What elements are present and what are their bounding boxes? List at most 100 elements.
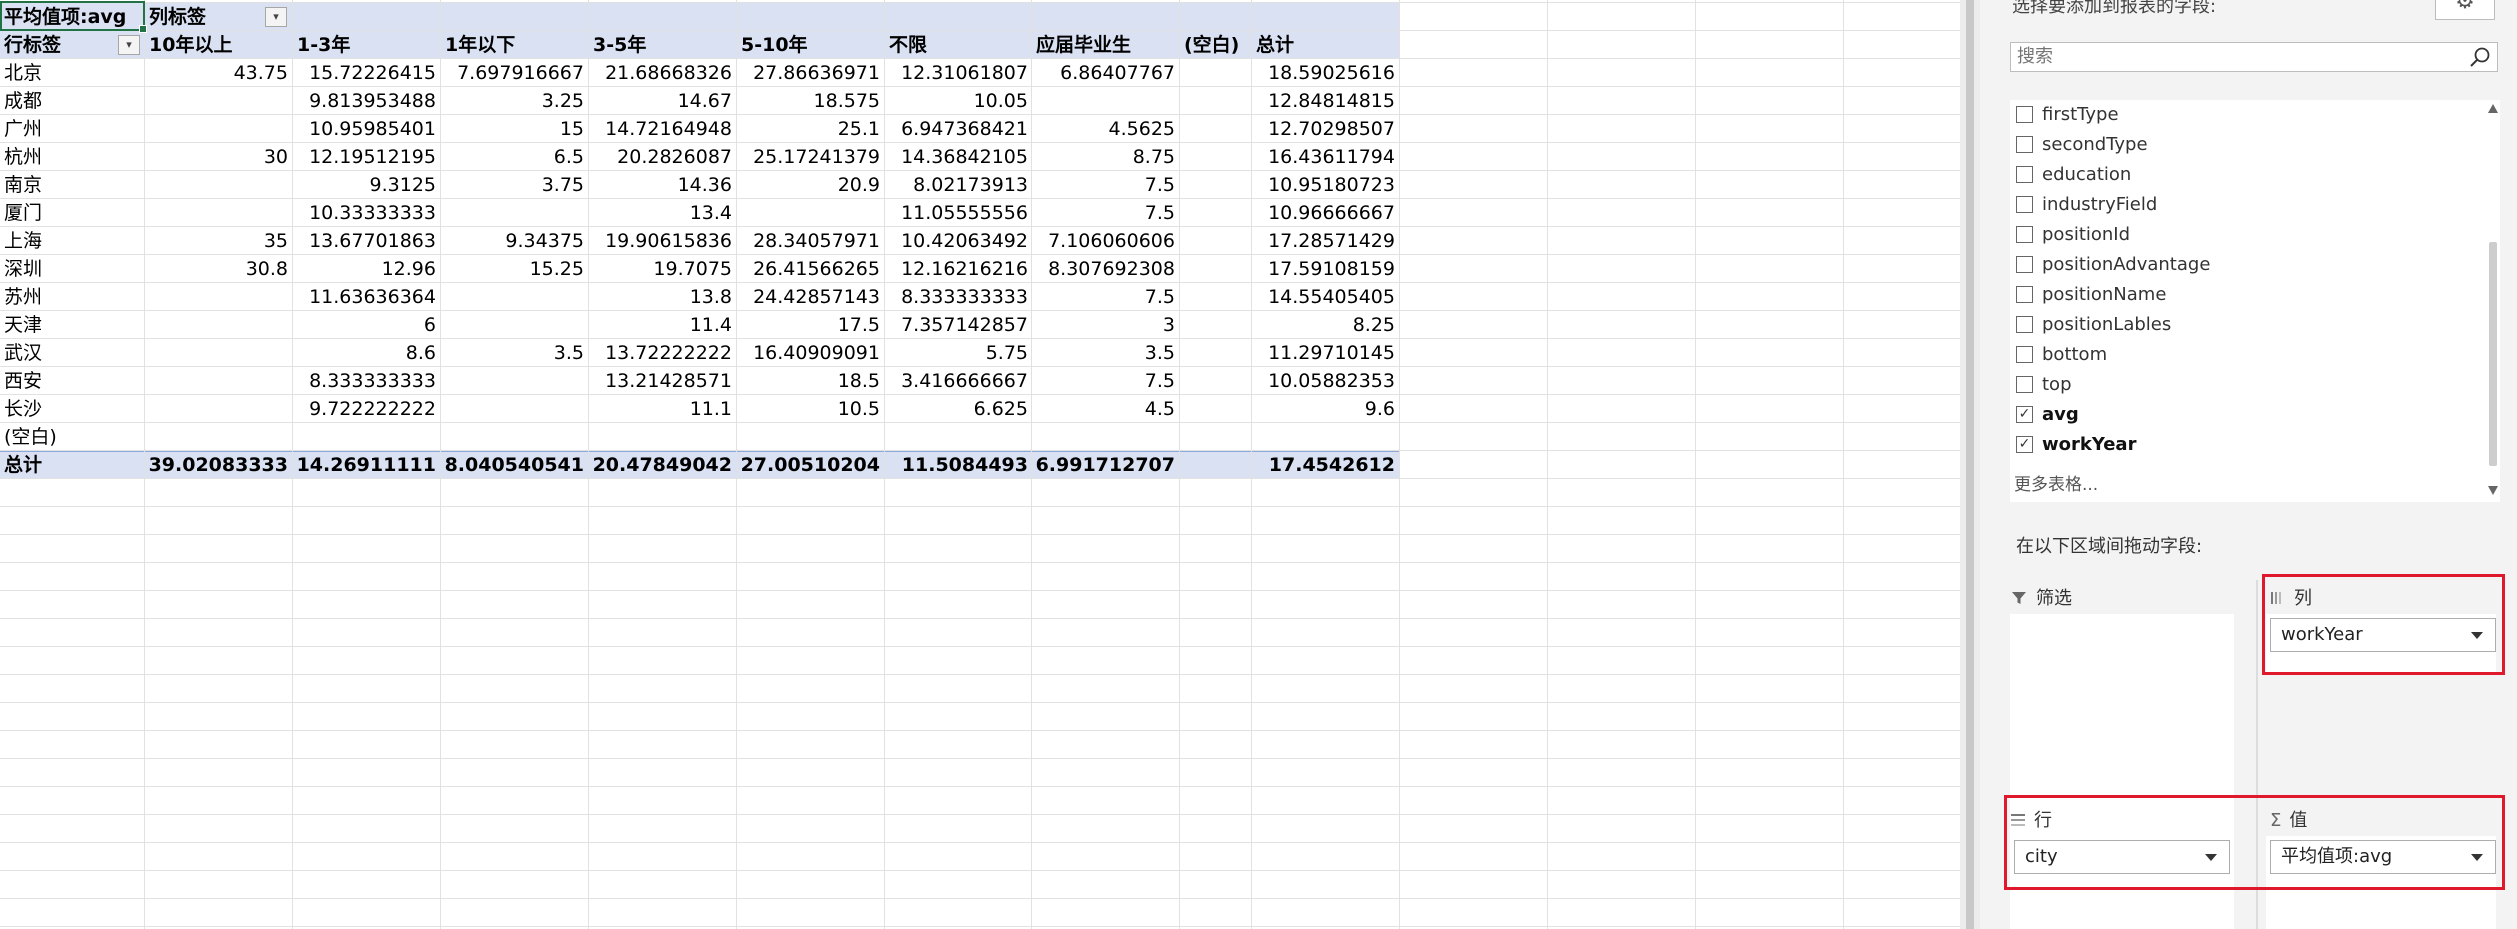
row-label-city: 南京 bbox=[4, 174, 43, 196]
field-checkbox[interactable] bbox=[2016, 166, 2033, 183]
pivot-value-cell bbox=[441, 283, 589, 311]
more-tables-link[interactable]: 更多表格... bbox=[2014, 470, 2098, 495]
pivot-value-cell: 30.8 bbox=[245, 258, 288, 280]
row-label-city: 苏州 bbox=[4, 286, 43, 308]
pivot-value-cell bbox=[1032, 423, 1180, 451]
pivot-value-cell: 10.05882353 bbox=[1268, 370, 1395, 392]
pivot-value-cell: 18.5 bbox=[837, 370, 880, 392]
grand-total-cell: 6.991712707 bbox=[1035, 454, 1175, 476]
row-filter-dropdown[interactable]: ▾ bbox=[118, 35, 140, 55]
drag-hint: 在以下区域间拖动字段: bbox=[2016, 536, 2203, 557]
field-checkbox[interactable]: ✓ bbox=[2016, 406, 2033, 423]
scroll-up-icon[interactable] bbox=[2488, 104, 2498, 113]
row-label-city: (空白) bbox=[4, 426, 57, 448]
row-label-city: 厦门 bbox=[4, 202, 43, 224]
pivot-value-cell: 7.5 bbox=[1144, 202, 1175, 224]
pivot-value-cell: 14.72164948 bbox=[605, 118, 732, 140]
column-header: 1-3年 bbox=[297, 34, 351, 56]
pivot-value-cell: 15.72226415 bbox=[309, 62, 436, 84]
splitter-handle[interactable] bbox=[1966, 0, 1974, 929]
field-checkbox[interactable] bbox=[2016, 316, 2033, 333]
gridline bbox=[0, 534, 1960, 535]
gridline bbox=[0, 590, 1960, 591]
pivot-value-cell bbox=[145, 395, 293, 423]
column-header: 不限 bbox=[889, 34, 928, 56]
pivot-value-cell: 6.947368421 bbox=[901, 118, 1028, 140]
pivot-value-cell: 28.34057971 bbox=[753, 230, 880, 252]
gridline bbox=[0, 702, 1960, 703]
pivot-value-cell: 20.2826087 bbox=[617, 146, 732, 168]
pivot-value-cell: 7.5 bbox=[1144, 286, 1175, 308]
pivot-value-cell: 43.75 bbox=[233, 62, 288, 84]
scroll-down-icon[interactable] bbox=[2488, 486, 2498, 495]
field-checkbox[interactable] bbox=[2016, 106, 2033, 123]
grand-total-label: 总计 bbox=[4, 454, 43, 476]
field-label: secondType bbox=[2042, 134, 2148, 155]
pivot-value-cell bbox=[1180, 115, 1250, 143]
field-checkbox[interactable]: ✓ bbox=[2016, 436, 2033, 453]
pane-splitter[interactable] bbox=[1960, 0, 1980, 929]
pivot-value-cell: 8.6 bbox=[405, 342, 436, 364]
pivot-value-cell: 9.6 bbox=[1364, 398, 1395, 420]
pivot-value-cell: 17.5 bbox=[837, 314, 880, 336]
pivot-value-cell: 3.75 bbox=[541, 174, 584, 196]
column-filter-dropdown[interactable]: ▾ bbox=[265, 7, 287, 27]
field-checkbox[interactable] bbox=[2016, 226, 2033, 243]
pivot-value-cell bbox=[1180, 367, 1250, 395]
gear-icon[interactable]: ⚙ bbox=[2435, 0, 2495, 20]
pivot-value-cell bbox=[145, 367, 293, 395]
pivot-value-cell bbox=[737, 199, 885, 227]
grand-total-cell: 20.47849042 bbox=[592, 454, 732, 476]
gridline bbox=[0, 2, 1960, 3]
pivot-value-cell: 9.3125 bbox=[369, 174, 436, 196]
pivot-value-cell: 14.55405405 bbox=[1268, 286, 1395, 308]
pivot-value-cell: 7.697916667 bbox=[457, 62, 584, 84]
pivot-value-cell: 7.5 bbox=[1144, 370, 1175, 392]
pivot-value-cell: 7.106060606 bbox=[1048, 230, 1175, 252]
search-icon[interactable] bbox=[2469, 46, 2491, 68]
row-label-city: 长沙 bbox=[4, 398, 43, 420]
pivot-value-cell: 13.72222222 bbox=[605, 342, 732, 364]
field-list: firstType secondType education industryFiel… bbox=[2010, 100, 2500, 502]
pivot-value-cell: 11.1 bbox=[689, 398, 732, 420]
gridline bbox=[1695, 0, 1696, 929]
scrollbar-thumb[interactable] bbox=[2489, 242, 2497, 466]
field-list-scrollbar[interactable] bbox=[2486, 100, 2500, 502]
pivot-value-cell bbox=[145, 171, 293, 199]
pivot-value-cell: 7.357142857 bbox=[901, 314, 1028, 336]
grand-total-cell: 14.26911111 bbox=[296, 454, 436, 476]
field-checkbox[interactable] bbox=[2016, 346, 2033, 363]
field-checkbox[interactable] bbox=[2016, 136, 2033, 153]
field-checkbox[interactable] bbox=[2016, 376, 2033, 393]
pivot-value-cell: 10.95985401 bbox=[309, 118, 436, 140]
field-checkbox[interactable] bbox=[2016, 196, 2033, 213]
pivot-value-cell bbox=[145, 339, 293, 367]
pivot-value-cell: 6.86407767 bbox=[1060, 62, 1175, 84]
field-label: positionAdvantage bbox=[2042, 254, 2211, 275]
search-input[interactable] bbox=[2011, 43, 2463, 69]
pivot-value-cell: 5.75 bbox=[985, 342, 1028, 364]
pivot-value-cell bbox=[1180, 339, 1250, 367]
gridline bbox=[0, 814, 1960, 815]
pivot-table-sheet: 平均值项:avg 列标签 ▾ 行标签 ▾ 10年以上 1-3年 1年以下 3-5年 5-10年 不限… bbox=[0, 0, 1960, 929]
filter-area-title: 筛选 bbox=[2010, 584, 2072, 610]
column-header: 10年以上 bbox=[149, 34, 233, 56]
pivot-value-cell: 6 bbox=[423, 314, 436, 336]
highlight-box-rows-values bbox=[2004, 795, 2505, 890]
pivot-value-cell: 12.84814815 bbox=[1268, 90, 1395, 112]
field-checkbox[interactable] bbox=[2016, 256, 2033, 273]
pivot-value-cell: 27.86636971 bbox=[753, 62, 880, 84]
column-header: 应届毕业生 bbox=[1036, 34, 1132, 56]
pivot-value-cell bbox=[441, 199, 589, 227]
field-search-box[interactable] bbox=[2010, 42, 2498, 72]
pivot-value-cell: 30 bbox=[263, 146, 288, 168]
gridline bbox=[0, 646, 1960, 647]
field-checkbox[interactable] bbox=[2016, 286, 2033, 303]
pivot-value-cell: 11.63636364 bbox=[309, 286, 436, 308]
pivot-value-cell bbox=[1180, 283, 1250, 311]
highlight-box-columns bbox=[2262, 574, 2505, 675]
column-header: 1年以下 bbox=[445, 34, 516, 56]
row-label-city: 北京 bbox=[4, 62, 43, 84]
gridline bbox=[0, 842, 1960, 843]
pivot-value-cell: 9.813953488 bbox=[309, 90, 436, 112]
